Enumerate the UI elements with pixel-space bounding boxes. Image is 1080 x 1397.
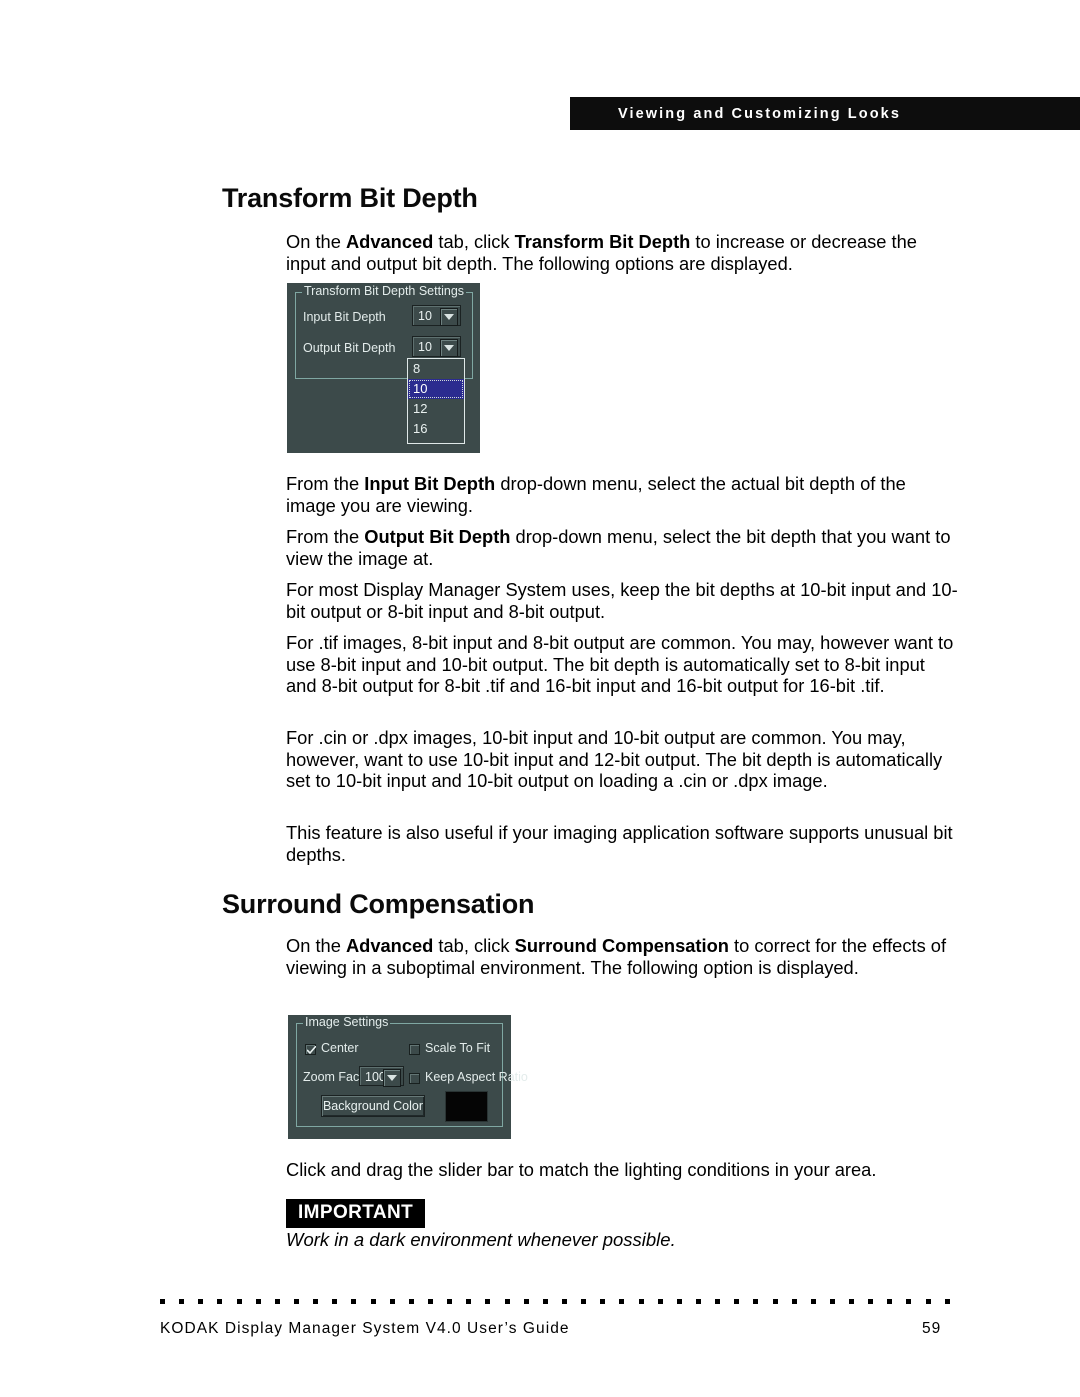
footer-rule-dot xyxy=(466,1299,472,1304)
page-title-surround-compensation: Surround Compensation xyxy=(222,889,535,919)
footer-rule-dot xyxy=(427,1299,433,1304)
label-input-bit-depth: Input Bit Depth xyxy=(303,310,386,324)
footer-rule-dot xyxy=(485,1299,491,1304)
footer-rule-dot xyxy=(293,1299,299,1304)
label-center: Center xyxy=(321,1041,359,1055)
dropdown-option-selected[interactable]: 10 xyxy=(408,379,464,399)
footer-rule-dot xyxy=(810,1299,816,1304)
footer-rule-dot xyxy=(332,1299,338,1304)
footer-rule-dot xyxy=(657,1299,663,1304)
footer-rule-dot xyxy=(925,1299,931,1304)
footer-rule-dot xyxy=(619,1299,625,1304)
paragraph-unusual-bit-depths: This feature is also useful if your imag… xyxy=(286,822,953,865)
footer-rule-dot xyxy=(944,1299,950,1304)
checkbox-center[interactable] xyxy=(305,1044,316,1055)
footer-rule-dot xyxy=(217,1299,223,1304)
footer-rule-dot xyxy=(274,1299,280,1304)
footer-rule-dot xyxy=(868,1299,874,1304)
chevron-down-icon[interactable] xyxy=(440,339,458,357)
footer-rule-dot xyxy=(408,1299,414,1304)
footer-rule-dot xyxy=(160,1299,165,1304)
label-scale-to-fit: Scale To Fit xyxy=(425,1041,491,1055)
paragraph-slider-instruction: Click and drag the slider bar to match t… xyxy=(286,1159,877,1180)
dropdown-option[interactable]: 16 xyxy=(408,419,464,439)
paragraph-transform-intro: On the Advanced tab, click Transform Bit… xyxy=(286,231,917,274)
dropdown-list-output-bit-depth[interactable]: 8 10 12 16 xyxy=(407,358,465,444)
footer-rule-dot xyxy=(829,1299,835,1304)
footer-rule-dot xyxy=(676,1299,682,1304)
background-color-swatch[interactable] xyxy=(445,1091,488,1122)
footer-page-number: 59 xyxy=(922,1320,942,1337)
footer-rule-dot xyxy=(198,1299,204,1304)
chevron-down-icon[interactable] xyxy=(440,308,458,326)
footer-rule-dot xyxy=(389,1299,395,1304)
footer-rule-dot xyxy=(351,1299,357,1304)
combo-output-bit-depth-value: 10 xyxy=(418,340,432,354)
paragraph-surround-intro: On the Advanced tab, click Surround Comp… xyxy=(286,935,947,978)
dropdown-option[interactable]: 12 xyxy=(408,399,464,419)
footer-rule-dot xyxy=(447,1299,453,1304)
footer-guide-title: KODAK Display Manager System V4.0 User’s… xyxy=(160,1320,570,1337)
chevron-down-icon[interactable] xyxy=(383,1069,401,1087)
label-output-bit-depth: Output Bit Depth xyxy=(303,341,396,355)
paragraph-output-bit-depth: From the Output Bit Depth drop-down menu… xyxy=(286,526,951,569)
footer-rule-dot xyxy=(734,1299,740,1304)
label-keep-aspect-ratio: Keep Aspect Ratio xyxy=(425,1070,528,1084)
footer-rule-dot xyxy=(906,1299,912,1304)
paragraph-most-uses: For most Display Manager System uses, ke… xyxy=(286,579,958,622)
footer-rule-dot xyxy=(600,1299,606,1304)
footer-rule-dot xyxy=(370,1299,376,1304)
footer-rule-dot xyxy=(504,1299,510,1304)
paragraph-tif-images: For .tif images, 8-bit input and 8-bit o… xyxy=(286,632,954,696)
footer-rule-dot xyxy=(236,1299,242,1304)
footer-rule-dot xyxy=(772,1299,778,1304)
footer-rule-dot xyxy=(523,1299,529,1304)
checkbox-keep-aspect-ratio[interactable] xyxy=(409,1073,420,1084)
footer-rule-dot xyxy=(638,1299,644,1304)
groupbox-legend: Image Settings xyxy=(303,1015,391,1029)
important-note-text: Work in a dark environment whenever poss… xyxy=(286,1229,676,1250)
footer-rule-dot xyxy=(887,1299,893,1304)
footer-rule-dot xyxy=(791,1299,797,1304)
footer-rule-dot xyxy=(715,1299,721,1304)
footer-dotted-rule xyxy=(160,1299,950,1304)
footer-rule-dot xyxy=(695,1299,701,1304)
footer-rule-dot xyxy=(313,1299,319,1304)
footer-rule-dot xyxy=(255,1299,261,1304)
footer-rule-dot xyxy=(561,1299,567,1304)
footer-rule-dot xyxy=(753,1299,759,1304)
footer-rule-dot xyxy=(179,1299,185,1304)
background-color-button[interactable]: Background Color xyxy=(321,1095,425,1117)
footer-rule-dot xyxy=(542,1299,548,1304)
combo-zoom-factor[interactable]: 100% xyxy=(359,1066,404,1087)
page-title-transform-bit-depth: Transform Bit Depth xyxy=(222,183,478,213)
important-badge: IMPORTANT xyxy=(286,1199,426,1228)
checkbox-scale-to-fit[interactable] xyxy=(409,1044,420,1055)
combo-input-bit-depth-value: 10 xyxy=(418,309,432,323)
footer-rule-dot xyxy=(849,1299,855,1304)
combo-output-bit-depth[interactable]: 10 xyxy=(412,336,461,357)
running-header-title: Viewing and Customizing Looks xyxy=(618,106,901,122)
running-header-bar: Viewing and Customizing Looks xyxy=(570,97,1080,130)
dialog-transform-bit-depth-settings: Transform Bit Depth Settings Input Bit D… xyxy=(287,283,480,453)
combo-input-bit-depth[interactable]: 10 xyxy=(412,305,461,326)
groupbox-legend: Transform Bit Depth Settings xyxy=(302,284,467,298)
dropdown-option[interactable]: 8 xyxy=(408,359,464,379)
paragraph-cin-dpx-images: For .cin or .dpx images, 10-bit input an… xyxy=(286,727,943,791)
dialog-image-settings: Image Settings Center Scale To Fit Zoom … xyxy=(288,1015,528,1139)
footer-rule-dot xyxy=(581,1299,587,1304)
paragraph-input-bit-depth: From the Input Bit Depth drop-down menu,… xyxy=(286,473,906,516)
